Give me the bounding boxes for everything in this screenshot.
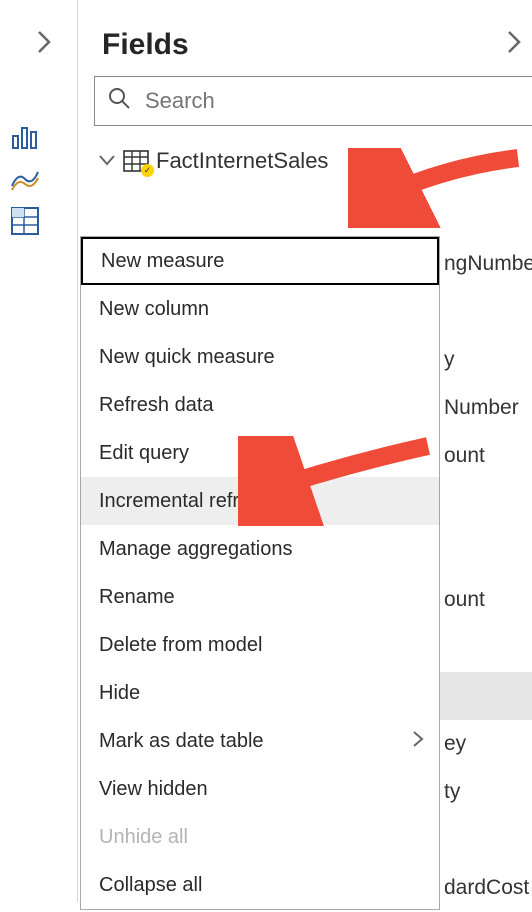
context-menu-item[interactable]: Refresh data — [81, 381, 439, 429]
search-box[interactable] — [94, 76, 532, 126]
table-icon: ✓ — [122, 149, 150, 173]
context-menu-label: Rename — [99, 586, 175, 609]
search-icon — [107, 86, 131, 116]
change-badge-icon: ✓ — [141, 164, 154, 177]
table-name: FactInternetSales — [156, 148, 328, 174]
chevron-right-icon — [411, 730, 425, 753]
context-menu-item[interactable]: New column — [81, 285, 439, 333]
context-menu: New measure New column New quick measure Re… — [80, 236, 440, 910]
context-menu-label: New measure — [101, 250, 224, 273]
context-menu-label: Hide — [99, 682, 140, 705]
context-menu-label: Delete from model — [99, 634, 262, 657]
context-menu-label: View hidden — [99, 778, 208, 801]
fields-pane: Fields — [78, 0, 532, 902]
context-menu-label: Manage aggregations — [99, 538, 292, 561]
context-menu-item[interactable]: New quick measure — [81, 333, 439, 381]
collapse-chevron-icon[interactable] — [504, 30, 524, 61]
ribbon-chart-icon[interactable] — [8, 162, 42, 196]
context-menu-label: Unhide all — [99, 826, 188, 849]
matrix-icon[interactable] — [8, 204, 42, 238]
context-menu-label: Incremental refresh — [99, 490, 271, 513]
bar-chart-icon[interactable] — [8, 120, 42, 154]
context-menu-item[interactable]: Delete from model — [81, 621, 439, 669]
expand-chevron-icon[interactable] — [34, 30, 54, 61]
context-menu-item: Unhide all — [81, 813, 439, 861]
pane-title: Fields — [102, 28, 189, 62]
search-input[interactable] — [143, 87, 532, 115]
chevron-down-icon — [98, 151, 116, 172]
context-menu-label: Collapse all — [99, 874, 202, 897]
context-menu-label: New quick measure — [99, 346, 275, 369]
left-rail — [0, 0, 78, 902]
context-menu-item[interactable]: View hidden — [81, 765, 439, 813]
context-menu-item[interactable]: Rename — [81, 573, 439, 621]
context-menu-item[interactable]: Mark as date table — [81, 717, 439, 765]
context-menu-item[interactable]: Edit query — [81, 429, 439, 477]
table-header-row[interactable]: ✓ FactInternetSales — [78, 126, 532, 182]
context-menu-label: Refresh data — [99, 394, 214, 417]
context-menu-item[interactable]: New measure — [81, 237, 439, 285]
context-menu-item[interactable]: Incremental refresh — [81, 477, 439, 525]
context-menu-label: Mark as date table — [99, 730, 264, 753]
context-menu-label: New column — [99, 298, 209, 321]
context-menu-item[interactable]: Manage aggregations — [81, 525, 439, 573]
context-menu-item[interactable]: Hide — [81, 669, 439, 717]
context-menu-label: Edit query — [99, 442, 189, 465]
